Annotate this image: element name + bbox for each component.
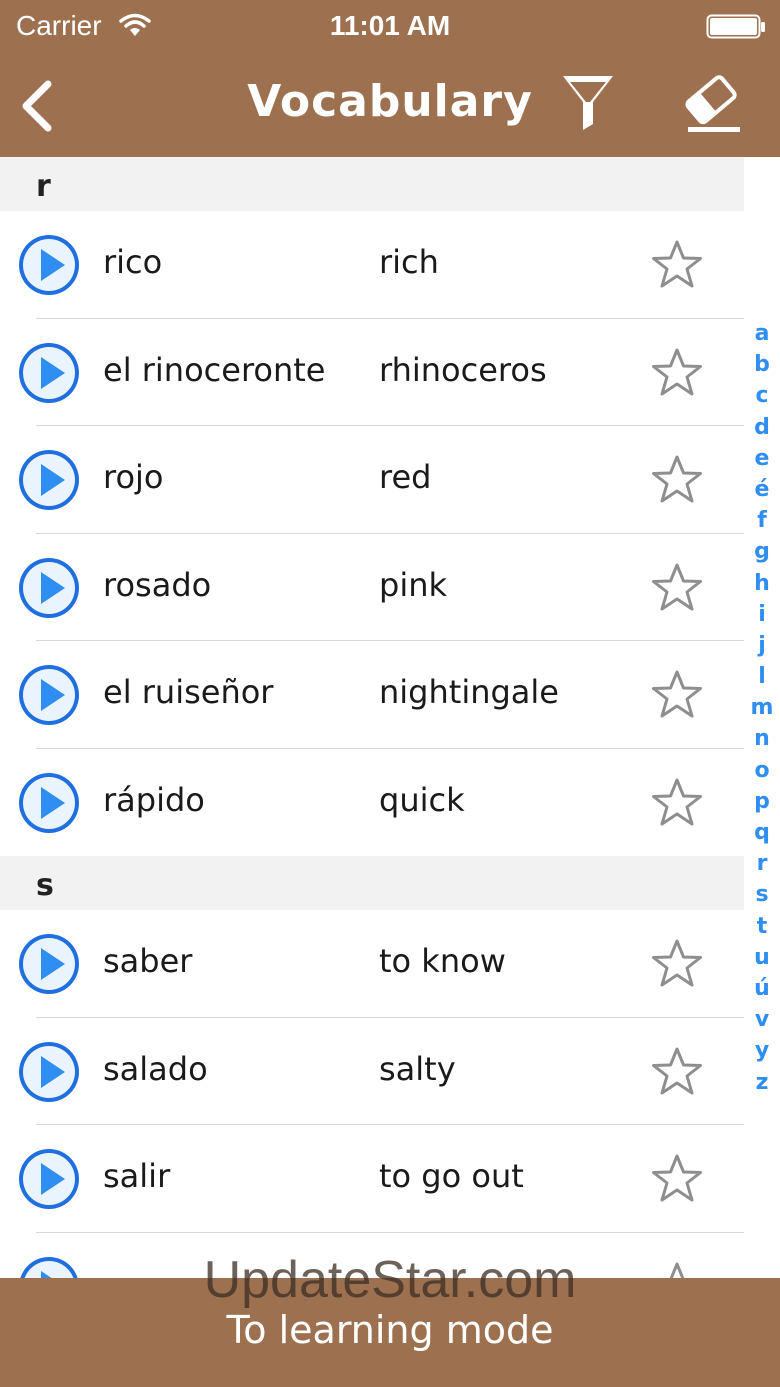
star-icon[interactable] [650, 669, 704, 721]
filter-icon [563, 76, 613, 130]
index-letter-b[interactable]: b [744, 349, 780, 380]
index-letter-g[interactable]: g [744, 536, 780, 567]
learning-mode-button[interactable]: To learning mode [0, 1278, 780, 1387]
list-item[interactable] [0, 1232, 744, 1278]
star-icon[interactable] [650, 1153, 704, 1205]
spanish-word: salir [103, 1157, 171, 1195]
spanish-word: rico [103, 243, 163, 281]
index-letter-q[interactable]: q [744, 817, 780, 848]
index-letter-u-acute[interactable]: ú [744, 973, 780, 1004]
index-letter-t[interactable]: t [744, 911, 780, 942]
play-icon[interactable] [17, 1147, 81, 1211]
spanish-word: saber [103, 942, 193, 980]
eraser-icon [685, 75, 740, 132]
play-icon[interactable] [17, 341, 81, 405]
index-letter-f[interactable]: f [744, 505, 780, 536]
status-bar: Carrier 11:01 AM [0, 0, 780, 56]
english-translation: rich [379, 243, 439, 281]
play-icon[interactable] [17, 771, 81, 835]
english-translation: quick [379, 780, 465, 819]
play-icon[interactable] [17, 233, 81, 297]
english-translation: red [379, 458, 432, 496]
list-item[interactable]: saber to know [0, 910, 744, 1018]
star-icon[interactable] [650, 938, 704, 990]
index-letter-c[interactable]: c [744, 380, 780, 411]
index-letter-d[interactable]: d [744, 412, 780, 443]
play-icon[interactable] [17, 1040, 81, 1104]
index-letter-p[interactable]: p [744, 786, 780, 817]
spanish-word: rápido [103, 780, 205, 819]
list-item[interactable]: rojo red [0, 426, 744, 534]
learning-mode-label: To learning mode [226, 1308, 554, 1352]
index-letter-e-acute[interactable]: é [744, 474, 780, 505]
index-letter-l[interactable]: l [744, 661, 780, 692]
alphabet-index[interactable]: a b c d e é f g h i j l m n o p q r s t … [744, 318, 780, 1118]
english-translation: to go out [379, 1157, 524, 1195]
index-letter-y[interactable]: y [744, 1035, 780, 1066]
spanish-word: el rinoceronte [103, 350, 326, 389]
index-letter-m[interactable]: m [744, 692, 780, 723]
spanish-word: rosado [103, 565, 212, 604]
star-icon[interactable] [650, 454, 704, 506]
status-time: 11:01 AM [329, 10, 451, 41]
english-translation: to know [379, 942, 506, 980]
english-translation: salty [379, 1049, 456, 1088]
list-item[interactable]: el rinoceronte rhinoceros [0, 318, 744, 426]
play-icon[interactable] [17, 932, 81, 996]
star-icon[interactable] [650, 347, 704, 399]
index-letter-s[interactable]: s [744, 879, 780, 910]
list-item[interactable]: rico rich [0, 211, 744, 319]
section-letter: r [36, 169, 51, 204]
index-letter-n[interactable]: n [744, 723, 780, 754]
index-letter-v[interactable]: v [744, 1004, 780, 1035]
play-icon[interactable] [17, 556, 81, 620]
nav-bar: Vocabulary [0, 56, 780, 157]
english-translation: nightingale [379, 673, 559, 711]
spanish-word: el ruiseñor [103, 673, 274, 711]
index-letter-u[interactable]: u [744, 942, 780, 973]
index-letter-a[interactable]: a [744, 318, 780, 349]
filter-button[interactable] [560, 72, 616, 136]
vocabulary-list[interactable]: r rico rich el rinoceronte rhinoceros ro… [0, 157, 744, 1278]
star-icon[interactable] [650, 239, 704, 291]
index-letter-j[interactable]: j [744, 630, 780, 661]
list-item[interactable]: salir to go out [0, 1125, 744, 1233]
index-letter-i[interactable]: i [744, 599, 780, 630]
list-item[interactable]: salado salty [0, 1017, 744, 1125]
star-icon[interactable] [650, 1261, 704, 1278]
play-icon[interactable] [17, 448, 81, 512]
index-letter-o[interactable]: o [744, 755, 780, 786]
star-icon[interactable] [650, 562, 704, 614]
index-letter-z[interactable]: z [744, 1067, 780, 1098]
section-letter: s [36, 868, 54, 903]
list-item[interactable]: rápido quick [0, 748, 744, 856]
spanish-word: salado [103, 1049, 208, 1088]
page-title: Vocabulary [247, 76, 533, 127]
battery-icon [706, 14, 766, 44]
section-header-s: s [0, 856, 744, 910]
star-icon[interactable] [650, 777, 704, 829]
index-letter-r[interactable]: r [744, 848, 780, 879]
english-translation: pink [379, 565, 448, 604]
index-letter-e[interactable]: e [744, 443, 780, 474]
play-icon[interactable] [17, 1255, 81, 1278]
english-translation: rhinoceros [379, 350, 547, 389]
section-header-r: r [0, 157, 744, 211]
index-letter-h[interactable]: h [744, 568, 780, 599]
list-item[interactable]: el ruiseñor nightingale [0, 641, 744, 749]
spanish-word: rojo [103, 458, 164, 496]
list-item[interactable]: rosado pink [0, 533, 744, 641]
eraser-button[interactable] [682, 72, 744, 136]
star-icon[interactable] [650, 1046, 704, 1098]
play-icon[interactable] [17, 663, 81, 727]
